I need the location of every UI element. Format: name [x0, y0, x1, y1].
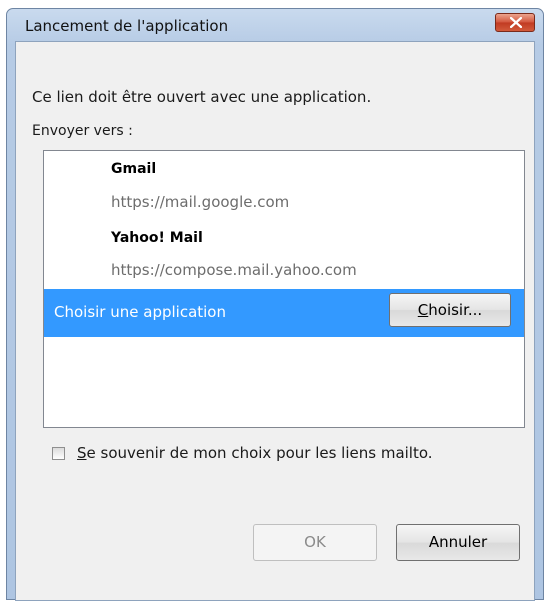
choose-button-mnemonic: C	[417, 301, 429, 319]
dialog-message: Ce lien doit être ouvert avec une applic…	[32, 88, 372, 106]
application-listbox[interactable]: Gmail https://mail.google.com Yahoo! Mai…	[43, 150, 525, 428]
close-button[interactable]	[495, 13, 535, 32]
remember-choice-label: Se souvenir de mon choix pour les liens …	[77, 444, 433, 462]
title-bar[interactable]: Lancement de l'application	[7, 9, 543, 41]
close-icon	[510, 17, 522, 28]
app-name: Yahoo! Mail	[111, 230, 203, 246]
cancel-button[interactable]: Annuler	[396, 524, 520, 561]
list-item-choose-application[interactable]: Choisir une application Choisir...	[44, 289, 524, 337]
app-url: https://compose.mail.yahoo.com	[111, 261, 357, 279]
remember-checkbox[interactable]	[52, 446, 65, 460]
choose-application-label: Choisir une application	[54, 303, 226, 321]
window-title: Lancement de l'application	[25, 17, 229, 35]
list-item-yahoo-mail[interactable]: Yahoo! Mail https://compose.mail.yahoo.c…	[44, 221, 524, 289]
list-item-gmail[interactable]: Gmail https://mail.google.com	[44, 151, 524, 219]
remember-choice-option[interactable]: Se souvenir de mon choix pour les liens …	[52, 444, 433, 462]
choose-button[interactable]: Choisir...	[389, 293, 511, 327]
ok-button[interactable]: OK	[253, 524, 377, 561]
app-url: https://mail.google.com	[111, 193, 290, 211]
choose-button-label: hoisir...	[428, 301, 483, 319]
app-name: Gmail	[111, 161, 157, 177]
send-to-label: Envoyer vers :	[32, 123, 133, 139]
